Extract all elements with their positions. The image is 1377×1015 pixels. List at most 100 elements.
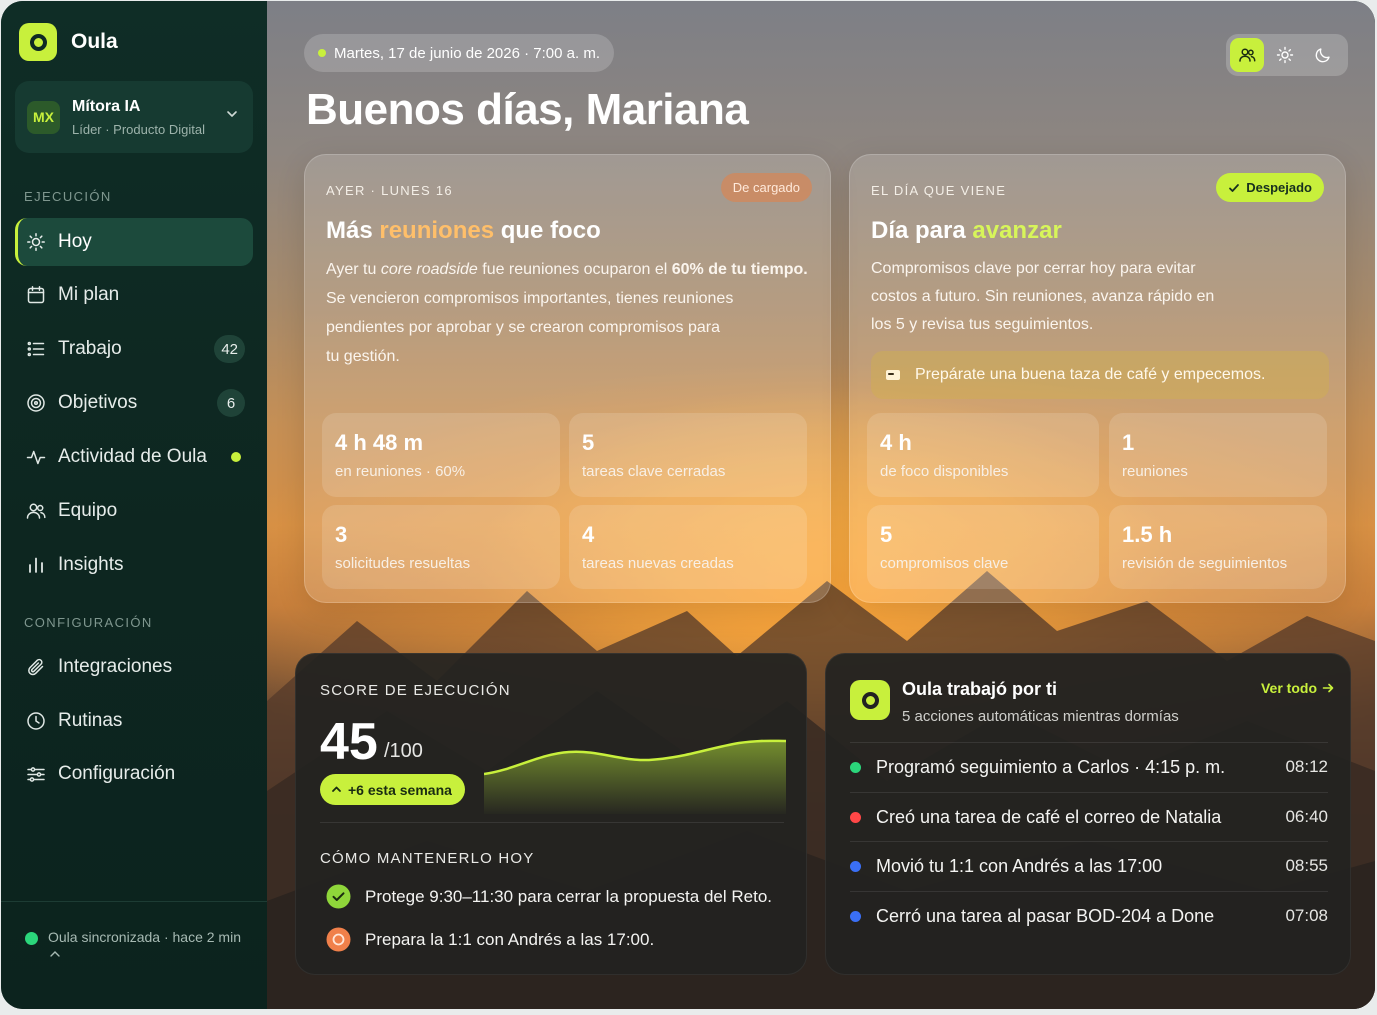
sidebar-item-equipo[interactable]: Equipo bbox=[15, 487, 253, 535]
sliders-icon bbox=[27, 767, 45, 782]
brand[interactable]: Oula bbox=[19, 23, 118, 61]
users-icon bbox=[26, 503, 46, 519]
sidebar-item-objetivos[interactable]: Objetivos 6 bbox=[15, 379, 253, 427]
activity-title: Oula trabajó por ti bbox=[902, 679, 1058, 699]
main-content: Martes, 17 de junio de 2026 · 7:00 a. m.… bbox=[267, 1, 1375, 1009]
tip-banner: Prepárate una buena taza de café y empec… bbox=[871, 351, 1329, 399]
divider bbox=[320, 822, 784, 823]
activity-time: 06:40 bbox=[1285, 807, 1328, 826]
team-mode-button[interactable] bbox=[1230, 38, 1264, 72]
task-item[interactable]: Protege 9:30–11:30 para cerrar la propue… bbox=[326, 884, 772, 909]
oula-logo-icon bbox=[19, 23, 57, 61]
org-badge: MX bbox=[27, 100, 60, 134]
stat-value: 5 bbox=[582, 430, 595, 455]
org-name: Mítora IA bbox=[72, 97, 141, 115]
app-window: Oula MX Mítora IA Líder · Producto Digit… bbox=[1, 1, 1375, 1009]
oula-logo-icon bbox=[850, 680, 890, 720]
org-switcher[interactable]: MX Mítora IA Líder · Producto Digital bbox=[15, 81, 253, 153]
sidebar-item-hoy[interactable]: Hoy bbox=[15, 218, 253, 266]
date-text: Martes, 17 de junio de 2026 · 7:00 a. m. bbox=[334, 44, 600, 62]
score-max: /100 bbox=[384, 740, 423, 762]
sidebar-item-trabajo[interactable]: Trabajo 42 bbox=[15, 325, 253, 373]
stat-tile: 3 solicitudes resueltas bbox=[322, 505, 560, 589]
activity-item[interactable]: Creó una tarea de café el correo de Nata… bbox=[850, 792, 1328, 841]
see-all-link[interactable]: Ver todo bbox=[1261, 680, 1334, 696]
activity-subtitle: 5 acciones automáticas mientras dormías bbox=[902, 708, 1179, 725]
status-badge: De cargado bbox=[720, 173, 812, 202]
arrow-right-icon bbox=[1322, 683, 1334, 693]
stat-label: compromisos clave bbox=[880, 555, 1009, 572]
view-mode-switch bbox=[1226, 34, 1348, 76]
users-icon bbox=[1239, 48, 1256, 62]
objetivos-count-badge: 6 bbox=[217, 389, 245, 417]
section-label-ejecucion: EJECUCIÓN bbox=[24, 189, 112, 204]
sidebar-item-label: Hoy bbox=[58, 231, 92, 252]
activity-time: 08:12 bbox=[1285, 757, 1328, 776]
activity-icon bbox=[26, 450, 46, 465]
sidebar-item-label: Insights bbox=[58, 554, 124, 575]
today-eyebrow: EL DÍA QUE VIENE bbox=[871, 183, 1007, 198]
sidebar-item-label: Equipo bbox=[58, 500, 118, 521]
stat-value: 3 bbox=[335, 522, 348, 547]
sidebar-item-actividad[interactable]: Actividad de Oula bbox=[15, 433, 253, 481]
moon-icon bbox=[1315, 48, 1330, 63]
sidebar-item-rutinas[interactable]: Rutinas bbox=[15, 697, 253, 745]
bar-chart-icon bbox=[29, 557, 43, 573]
pending-circle-icon bbox=[326, 927, 351, 952]
activity-item[interactable]: Movió tu 1:1 con Andrés a las 17:00 08:5… bbox=[850, 841, 1328, 890]
sidebar-item-insights[interactable]: Insights bbox=[15, 541, 253, 589]
sync-status[interactable]: Oula sincronizada · hace 2 min bbox=[1, 901, 267, 1009]
dark-mode-button[interactable] bbox=[1306, 38, 1340, 72]
activity-time: 08:55 bbox=[1285, 856, 1328, 875]
stat-label: tareas clave cerradas bbox=[582, 463, 726, 480]
calendar-icon bbox=[27, 286, 45, 304]
arrow-up-icon bbox=[332, 786, 341, 792]
sidebar-item-configuracion[interactable]: Configuración bbox=[15, 750, 253, 798]
activity-text: Cerró una tarea al pasar BOD-204 a Done bbox=[876, 905, 1215, 926]
activity-text: Programó seguimiento a Carlos · 4:15 p. … bbox=[876, 756, 1226, 777]
live-dot bbox=[318, 49, 326, 57]
yesterday-card: AYER · LUNES 16 De cargado Más reuniones… bbox=[304, 154, 831, 603]
stat-value: 1 bbox=[1122, 430, 1135, 455]
score-card: SCORE DE EJECUCIÓN 45 /100 +6 esta seman… bbox=[295, 653, 807, 975]
status-dot bbox=[850, 761, 861, 773]
coffee-icon bbox=[886, 370, 900, 380]
sidebar-item-label: Configuración bbox=[58, 763, 176, 784]
stat-label: solicitudes resueltas bbox=[335, 555, 471, 572]
yesterday-eyebrow: AYER · LUNES 16 bbox=[326, 183, 453, 198]
stat-tile: 4 h 48 m en reuniones · 60% bbox=[322, 413, 560, 497]
yesterday-title: Más reuniones que foco bbox=[326, 217, 601, 244]
brand-name: Oula bbox=[71, 30, 118, 53]
score-sparkline bbox=[484, 739, 786, 814]
task-item[interactable]: Prepara la 1:1 con Andrés a las 17:00. bbox=[326, 927, 654, 952]
stat-value: 4 h bbox=[880, 430, 912, 455]
stat-tile: 4 h de foco disponibles bbox=[867, 413, 1099, 497]
stat-value: 5 bbox=[880, 522, 893, 547]
stat-value: 1.5 h bbox=[1122, 522, 1173, 547]
status-dot bbox=[850, 811, 861, 823]
tip-text: Prepárate una buena taza de café y empec… bbox=[915, 366, 1266, 383]
page-title: Buenos días, Mariana bbox=[306, 85, 749, 134]
today-summary: Compromisos clave por cerrar hoy para ev… bbox=[871, 260, 1215, 333]
stat-tile: 5 compromisos clave bbox=[867, 505, 1099, 589]
activity-item[interactable]: Programó seguimiento a Carlos · 4:15 p. … bbox=[850, 742, 1328, 791]
sidebar-item-label: Actividad de Oula bbox=[58, 446, 207, 467]
status-badge: Despejado bbox=[1216, 173, 1324, 202]
activity-item[interactable]: Cerró una tarea al pasar BOD-204 a Done … bbox=[850, 891, 1328, 940]
sidebar-item-label: Trabajo bbox=[58, 338, 122, 359]
check-icon bbox=[1229, 183, 1240, 192]
sidebar-item-label: Mi plan bbox=[58, 284, 120, 305]
list-icon bbox=[27, 341, 45, 357]
stat-tile: 1 reuniones bbox=[1109, 413, 1327, 497]
light-mode-button[interactable] bbox=[1268, 38, 1302, 72]
stat-tile: 4 tareas nuevas creadas bbox=[569, 505, 807, 589]
stat-value: 4 bbox=[582, 522, 595, 547]
sun-icon bbox=[1276, 46, 1294, 64]
target-icon bbox=[27, 394, 45, 412]
paperclip-icon bbox=[28, 658, 44, 676]
sidebar-item-label: Integraciones bbox=[58, 656, 173, 677]
stat-label: de foco disponibles bbox=[880, 463, 1009, 480]
sidebar-item-mi-plan[interactable]: Mi plan bbox=[15, 271, 253, 319]
sidebar-item-integraciones[interactable]: Integraciones bbox=[15, 643, 253, 691]
activity-live-dot bbox=[231, 452, 241, 462]
